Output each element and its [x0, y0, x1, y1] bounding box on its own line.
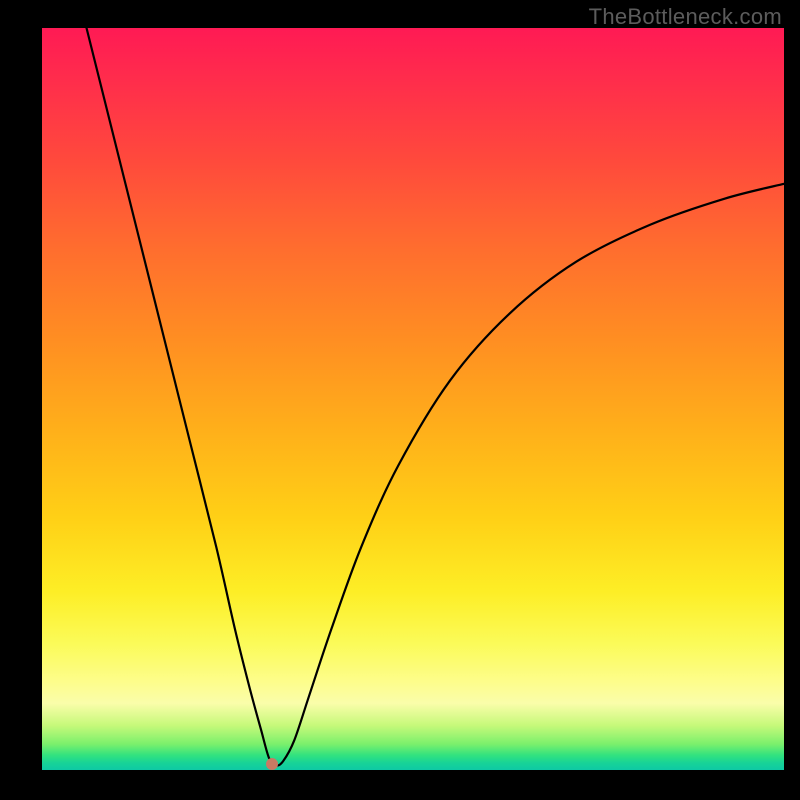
plot-area: [42, 28, 784, 770]
watermark-text: TheBottleneck.com: [589, 4, 782, 30]
curve-layer: [42, 28, 784, 770]
bottleneck-curve: [87, 28, 784, 766]
min-point-marker: [266, 758, 278, 770]
chart-frame: TheBottleneck.com: [0, 0, 800, 800]
